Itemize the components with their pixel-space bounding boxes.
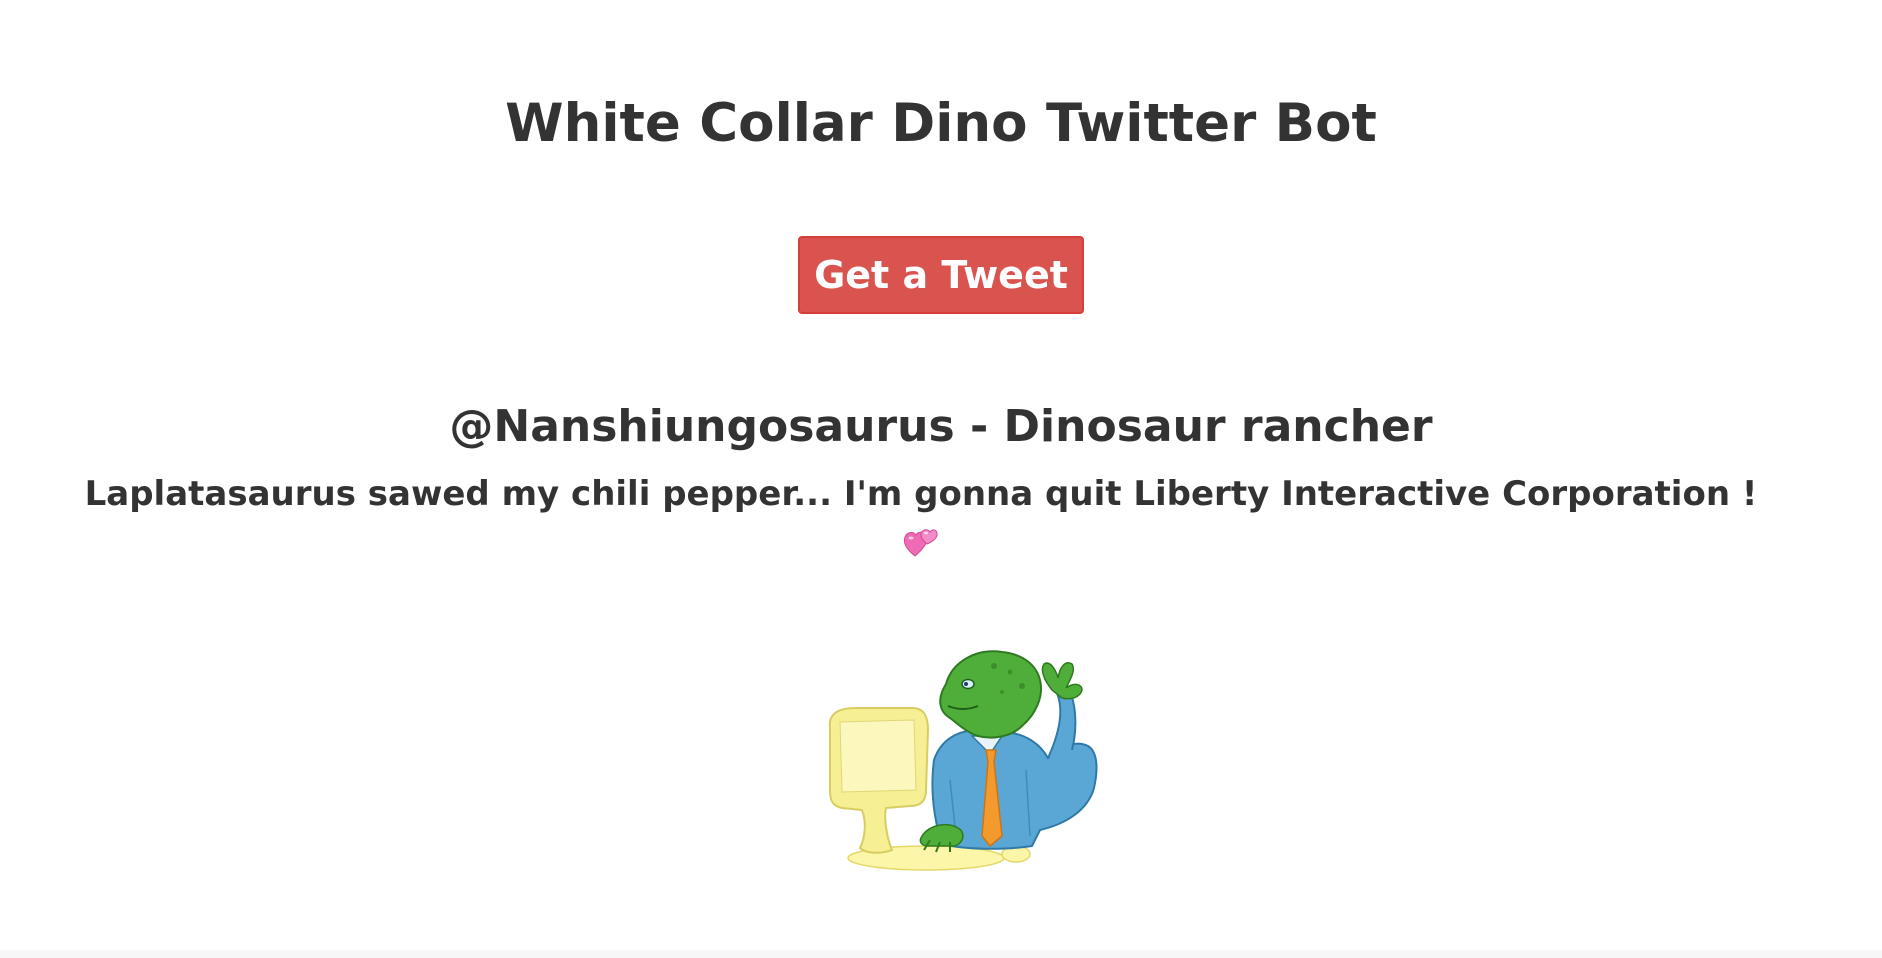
two-hearts-icon [901,522,941,562]
dino-at-computer-illustration [826,640,1116,880]
tweet-body: Laplatasaurus sawed my chili pepper... I… [60,470,1782,562]
tweet-author: @Nanshiungosaurus - Dinosaur rancher [449,401,1433,452]
get-tweet-button[interactable]: Get a Tweet [798,236,1084,314]
footer-band [0,950,1882,958]
page: White Collar Dino Twitter Bot Get a Twee… [0,0,1882,958]
tweet-text: Laplatasaurus sawed my chili pepper... I… [84,474,1758,514]
button-row: Get a Tweet [0,236,1882,314]
page-title: White Collar Dino Twitter Bot [505,93,1377,154]
